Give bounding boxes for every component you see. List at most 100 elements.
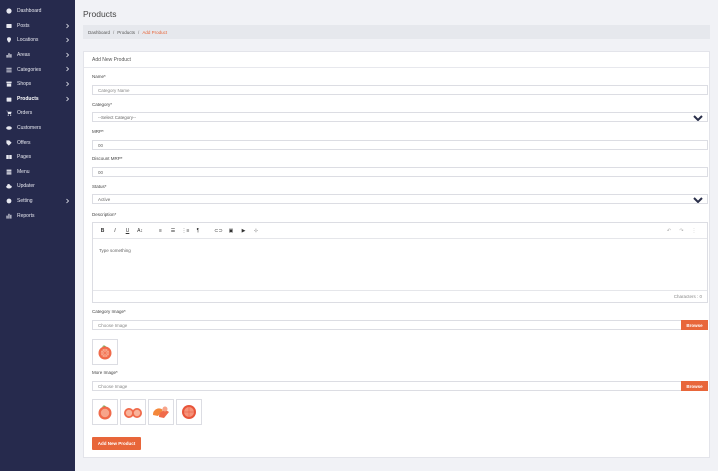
- category-image-label: Category Image*: [92, 309, 126, 314]
- category-image-upload: Choose Image Browse: [92, 320, 708, 330]
- add-new-product-button[interactable]: Add New Product: [92, 437, 141, 450]
- more-image-input[interactable]: Choose Image: [92, 381, 682, 391]
- align-icon[interactable]: ≡: [155, 226, 166, 236]
- breadcrumb-dashboard[interactable]: Dashboard: [88, 30, 110, 35]
- more-image-thumbnail: [92, 399, 118, 425]
- sidebar-item-posts[interactable]: Posts: [0, 19, 75, 34]
- sidebar-item-label: Dashboard: [17, 8, 42, 15]
- discount-mrp-label: Discount MRP*: [92, 156, 123, 161]
- card-title: Add New Product: [84, 52, 709, 68]
- category-image-browse-button[interactable]: Browse: [681, 320, 708, 330]
- discount-mrp-value: 00: [98, 169, 104, 175]
- sidebar-item-areas[interactable]: Areas: [0, 48, 75, 63]
- add-product-card: Add New Product Name* Category Name Cate…: [83, 51, 710, 458]
- eye-icon: [6, 125, 12, 131]
- paragraph-icon[interactable]: ¶: [193, 226, 204, 236]
- category-image-thumbnail: [92, 339, 118, 365]
- page-title: Products: [83, 9, 117, 19]
- sidebar-item-orders[interactable]: Orders: [0, 106, 75, 121]
- underline-icon[interactable]: U: [122, 226, 133, 236]
- bold-icon[interactable]: B: [97, 226, 108, 236]
- undo-icon[interactable]: ↶: [664, 226, 675, 236]
- description-placeholder: Type something: [99, 248, 131, 253]
- sidebar-item-label: Posts: [17, 22, 30, 29]
- sidebar-item-label: Offers: [17, 139, 31, 146]
- sidebar-item-dashboard[interactable]: Dashboard: [0, 4, 75, 19]
- more-icon[interactable]: ⊹: [251, 226, 262, 236]
- name-label: Name*: [92, 74, 106, 79]
- italic-icon[interactable]: I: [110, 226, 121, 236]
- sidebar-item-label: Categories: [17, 66, 42, 73]
- grapefruit-image: [98, 405, 112, 420]
- sidebar-item-setting[interactable]: Setting: [0, 194, 75, 209]
- status-label: Status*: [92, 184, 107, 189]
- sidebar-item-label: Setting: [17, 198, 33, 205]
- sidebar-item-label: Menu: [17, 168, 30, 175]
- ordered-list-icon[interactable]: ⋮≡: [180, 226, 191, 236]
- sidebar-item-customers[interactable]: Customers: [0, 121, 75, 136]
- category-select[interactable]: --Select Category--: [92, 112, 708, 122]
- name-field[interactable]: Category Name: [92, 85, 708, 95]
- sidebar-item-reports[interactable]: Reports: [0, 208, 75, 223]
- mrp-field[interactable]: 00: [92, 140, 708, 150]
- map-pin-icon: [6, 37, 12, 44]
- status-value: Active: [98, 196, 111, 202]
- breadcrumb: Dashboard / Products / Add Product: [83, 25, 710, 39]
- editor-toolbar: B I U A↕ ≡ ☰ ⋮≡ ¶ ⊂⊃ ▣ ▶ ⊹ ↶ ↷ ⋮: [93, 223, 707, 239]
- sidebar-item-updater[interactable]: Updater: [0, 179, 75, 194]
- link-icon[interactable]: ⊂⊃: [213, 226, 224, 236]
- font-size-icon[interactable]: A↕: [135, 226, 146, 236]
- image-icon[interactable]: ▣: [226, 226, 237, 236]
- sidebar-item-products[interactable]: Products: [0, 92, 75, 107]
- card-icon: [6, 23, 12, 29]
- category-image-placeholder: Choose Image: [98, 322, 128, 328]
- sidebar-item-categories[interactable]: Categories: [0, 62, 75, 77]
- description-textarea[interactable]: Type something: [93, 239, 707, 291]
- description-editor: B I U A↕ ≡ ☰ ⋮≡ ¶ ⊂⊃ ▣ ▶ ⊹ ↶ ↷ ⋮ Type something Charac…: [92, 222, 708, 303]
- sidebar-item-locations[interactable]: Locations: [0, 33, 75, 48]
- kebab-icon[interactable]: ⋮: [689, 226, 700, 236]
- grapefruit-slices-image: [124, 408, 142, 418]
- gear-icon: [6, 198, 12, 204]
- sidebar: Dashboard Posts Locations Areas Categories Sh…: [0, 0, 75, 471]
- editor-toolbar-right: ↶ ↷ ⋮: [664, 226, 702, 236]
- video-icon[interactable]: ▶: [238, 226, 249, 236]
- discount-mrp-field[interactable]: 00: [92, 167, 708, 177]
- sidebar-item-label: Customers: [17, 125, 42, 132]
- mrp-value: 00: [98, 142, 104, 148]
- category-image-input[interactable]: Choose Image: [92, 320, 682, 330]
- bar-chart-icon: [6, 213, 12, 219]
- cart-icon: [6, 110, 12, 117]
- chevron-right-icon: [65, 37, 70, 43]
- grapefruit-image: [98, 345, 112, 360]
- sidebar-item-label: Areas: [17, 52, 31, 59]
- more-image-upload: Choose Image Browse: [92, 381, 708, 391]
- list-icon: [6, 67, 12, 73]
- sidebar-item-label: Updater: [17, 183, 35, 190]
- more-image-browse-button[interactable]: Browse: [681, 381, 708, 391]
- menu-icon: [6, 169, 12, 175]
- sidebar-item-pages[interactable]: Pages: [0, 150, 75, 165]
- breadcrumb-products[interactable]: Products: [117, 30, 135, 35]
- palette-icon: [6, 8, 12, 14]
- chevron-right-icon: [65, 96, 70, 102]
- sidebar-item-shops[interactable]: Shops: [0, 77, 75, 92]
- character-count: Characters : 0: [673, 294, 702, 299]
- mrp-label: MRP*: [92, 129, 104, 134]
- chevron-down-icon: [693, 115, 703, 122]
- sidebar-item-label: Shops: [17, 81, 32, 88]
- main-content: Products Dashboard / Products / Add Prod…: [75, 0, 718, 471]
- status-select[interactable]: Active: [92, 194, 708, 204]
- chevron-right-icon: [65, 52, 70, 58]
- sidebar-item-menu[interactable]: Menu: [0, 165, 75, 180]
- breadcrumb-separator: /: [113, 29, 115, 35]
- grapefruit-half-image: [182, 405, 196, 419]
- sidebar-item-offers[interactable]: Offers: [0, 135, 75, 150]
- store-icon: [6, 81, 12, 87]
- chevron-right-icon: [65, 66, 70, 72]
- redo-icon[interactable]: ↷: [676, 226, 687, 236]
- chevron-right-icon: [65, 81, 70, 87]
- bag-icon: [6, 96, 12, 102]
- name-placeholder: Category Name: [98, 87, 130, 93]
- unordered-list-icon[interactable]: ☰: [168, 226, 179, 236]
